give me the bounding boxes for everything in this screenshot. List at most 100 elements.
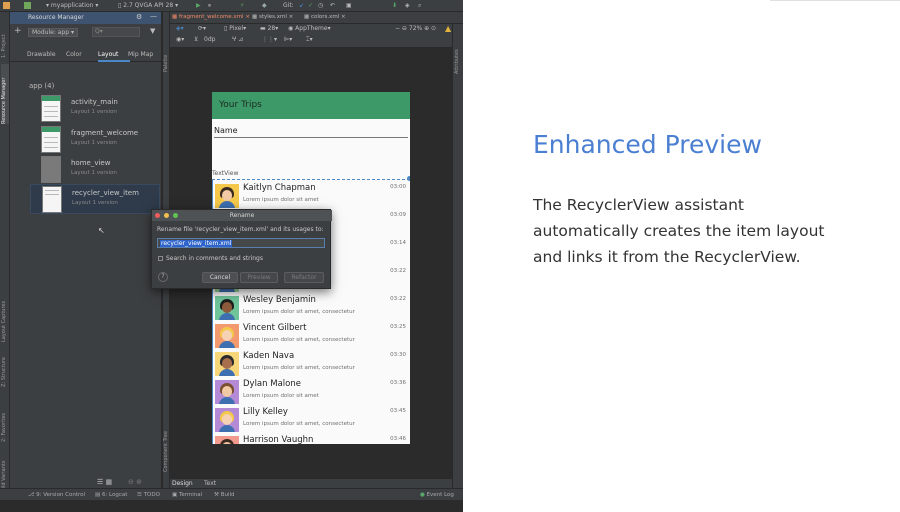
search-comments-checkbox[interactable]: Search in comments and strings <box>158 255 263 262</box>
run-config-select[interactable]: ▾ myapplication ▾ <box>46 2 98 9</box>
default-margin-select[interactable]: 0dp <box>204 36 215 43</box>
terminal-button[interactable]: ▣ Terminal <box>172 492 202 498</box>
api-select[interactable]: ▬ 28▾ <box>260 25 278 32</box>
tab-styles[interactable]: ▦ styles.xml × <box>252 14 293 20</box>
layout-captures-tool-button[interactable]: Layout Captures <box>1 282 9 342</box>
tab-colors[interactable]: ▦ colors.xml × <box>304 14 346 20</box>
build-icon[interactable] <box>24 2 31 9</box>
avatar-icon <box>215 352 239 376</box>
status-label: TODO <box>143 492 160 498</box>
clear-constraints-icon[interactable]: ⵖ ⊿ <box>232 36 243 43</box>
item-time: 03:14 <box>390 240 406 246</box>
list-item[interactable]: Harrison Vaughn 03:46 <box>212 433 410 444</box>
view-options-icon[interactable]: ◉▾ <box>176 36 184 43</box>
device-select[interactable]: ▯ 2.7 QVGA API 28 ▾ <box>118 2 178 9</box>
tab-design[interactable]: Design <box>172 480 193 487</box>
settings-gear-icon[interactable]: ⚙ <box>136 13 142 21</box>
project-tool-button[interactable]: 1: Project <box>1 18 9 58</box>
tab-mip-map[interactable]: Mip Map <box>128 51 153 58</box>
event-log-icon: ● <box>420 492 425 498</box>
resource-item-fragment-welcome[interactable]: fragment_welcome Layout 1 version <box>30 125 160 155</box>
run-icon[interactable]: ▶ <box>196 2 201 9</box>
todo-button[interactable]: ☰ TODO <box>137 492 160 498</box>
hide-panel-icon[interactable]: — <box>150 12 157 20</box>
theme-select[interactable]: ◉ AppTheme▾ <box>288 25 331 32</box>
tab-layout[interactable]: Layout <box>98 51 118 58</box>
orientation-icon[interactable]: ⟳▾ <box>198 25 206 32</box>
add-resource-icon[interactable]: + <box>14 26 22 36</box>
vcs-update-icon[interactable]: ↙ <box>299 2 304 9</box>
name-field-underline <box>214 137 408 138</box>
favorites-tool-button[interactable]: 2: Favorites <box>1 397 9 442</box>
active-tab-indicator <box>98 60 130 62</box>
sync-icon[interactable]: ◆ <box>262 2 267 9</box>
device-select[interactable]: ▯ Pixel▾ <box>224 25 246 32</box>
layout-thumbnail <box>41 156 61 183</box>
component-tree-tool-button[interactable]: Component Tree <box>163 412 171 472</box>
android-studio-icon[interactable] <box>3 2 10 9</box>
list-item[interactable]: Vincent Gilbert Lorem ipsum dolor sit ame… <box>212 321 410 349</box>
avd-manager-icon[interactable]: ▣ <box>346 2 352 9</box>
zoom-slider-icon[interactable]: ⊖ ⊕ <box>128 478 142 486</box>
attributes-tool-button[interactable]: Attributes <box>454 34 462 74</box>
logcat-button[interactable]: ▤ 6: Logcat <box>95 492 127 498</box>
resource-item-recycler-view-item[interactable]: recycler_view_item Layout 1 version <box>30 184 160 214</box>
theme-name: AppTheme <box>295 25 328 32</box>
debug-icon[interactable]: ⏹ <box>208 2 211 10</box>
name-field-label: Name <box>214 126 238 135</box>
help-button[interactable]: ? <box>158 272 168 282</box>
item-time: 03:30 <box>390 352 406 358</box>
warning-icon[interactable]: ▲ <box>445 24 451 33</box>
tab-color[interactable]: Color <box>66 51 82 58</box>
list-item[interactable]: Wesley Benjamin Lorem ipsum dolor sit ame… <box>212 293 410 321</box>
margin-value: 0dp <box>204 36 216 43</box>
list-view-icon[interactable]: ☰ ▦ <box>97 478 112 486</box>
pack-icon[interactable]: ⋮⋮▾ <box>262 36 277 43</box>
guidelines-icon[interactable]: ⌶▾ <box>306 36 313 44</box>
list-item[interactable]: Lilly Kelley Lorem ipsum dolor sit amet, … <box>212 405 410 433</box>
tab-drawable[interactable]: Drawable <box>27 51 56 58</box>
align-icon[interactable]: ⊫▾ <box>284 36 292 43</box>
preview-button[interactable]: Preview <box>240 272 278 283</box>
layout-inspector-icon[interactable]: ◈ <box>405 2 410 9</box>
module-select[interactable]: Module: app ▾ <box>28 28 78 37</box>
item-time: 03:22 <box>390 268 406 274</box>
layout-thumbnail <box>41 126 61 153</box>
history-icon[interactable]: ◷ <box>318 2 323 9</box>
status-label: Event Log <box>426 492 454 498</box>
status-bar: ⎇ 9: Version Control ▤ 6: Logcat ☰ TODO … <box>0 488 463 500</box>
refactor-button[interactable]: Refactor <box>284 272 324 283</box>
build-button[interactable]: ⚒ Build <box>214 492 235 498</box>
resource-item-activity-main[interactable]: activity_main Layout 1 version <box>30 94 160 124</box>
resize-handle[interactable] <box>407 176 410 181</box>
structure-tool-button[interactable]: Z: Structure <box>1 347 9 387</box>
item-subtitle: Lorem ipsum dolor sit amet <box>243 197 319 203</box>
filter-icon[interactable]: ▼ <box>150 27 155 35</box>
design-surface-icon[interactable]: ◈▾ <box>176 25 184 32</box>
list-item[interactable]: Kaden Nava Lorem ipsum dolor sit amet, co… <box>212 349 410 377</box>
item-subtitle: Lorem ipsum dolor sit amet, consectetur <box>243 337 355 343</box>
revert-icon[interactable]: ↶ <box>330 2 335 9</box>
tab-fragment-welcome[interactable]: ▦ fragment_welcome.xml × <box>172 14 250 20</box>
search-everywhere-icon[interactable]: ⌕ <box>418 2 421 10</box>
constraints-icon[interactable]: ⊻ <box>194 36 198 43</box>
avatar-icon <box>215 408 239 432</box>
item-name: Vincent Gilbert <box>243 323 307 333</box>
vcs-commit-icon[interactable]: ✓ <box>308 2 313 9</box>
tab-text[interactable]: Text <box>204 480 216 487</box>
version-control-button[interactable]: ⎇ 9: Version Control <box>28 492 85 498</box>
new-name-input[interactable]: recycler_view_item.xml <box>157 238 325 248</box>
layout-editor-toolbar: ◈▾ ⟳▾ ▯ Pixel▾ ▬ 28▾ ◉ AppTheme▾ − ⊖ 72%… <box>170 24 463 48</box>
device-name: Pixel <box>229 25 244 32</box>
list-item[interactable]: Dylan Malone Lorem ipsum dolor sit amet 03… <box>212 377 410 405</box>
resource-item-home-view[interactable]: home_view Layout 1 version <box>30 155 160 185</box>
resource-manager-tool-button[interactable]: Resource Manager <box>1 64 9 124</box>
resource-search-input[interactable]: Q▾ <box>92 27 140 37</box>
resource-meta: Layout 1 version <box>71 170 117 176</box>
list-item[interactable]: Kaitlyn Chapman Lorem ipsum dolor sit ame… <box>212 181 410 209</box>
event-log-button[interactable]: ● Event Log <box>420 492 454 498</box>
sdk-manager-icon[interactable]: ⬇ <box>392 2 397 9</box>
apply-changes-icon[interactable]: ⚡ <box>240 2 244 9</box>
cancel-button[interactable]: Cancel <box>202 272 238 283</box>
dialog-title-bar: Rename <box>152 210 332 221</box>
